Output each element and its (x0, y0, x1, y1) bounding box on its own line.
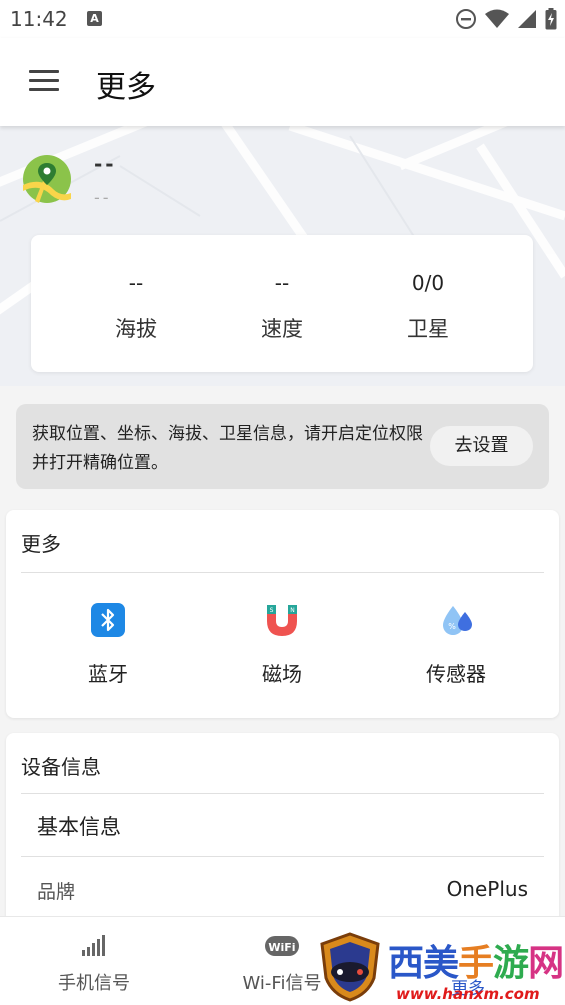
bluetooth-icon (91, 603, 125, 637)
banner-text: 获取位置、坐标、海拔、卫星信息，请开启定位权限并打开精确位置。 (32, 424, 423, 473)
magnet-tool[interactable]: S N 磁场 (222, 602, 342, 692)
tool-label: 传感器 (426, 662, 486, 686)
permission-banner: 获取位置、坐标、海拔、卫星信息，请开启定位权限并打开精确位置。 去设置 (16, 404, 549, 489)
magnet-icon: S N (267, 605, 297, 636)
svg-text:WiFi: WiFi (268, 941, 295, 954)
wifi-icon (485, 9, 509, 28)
stat-value: -- (128, 271, 144, 295)
tool-label: 蓝牙 (88, 662, 128, 686)
water-drops-icon: % (443, 606, 472, 635)
more-section-title: 更多 (21, 532, 61, 556)
location-name: -- (94, 152, 117, 176)
signal-bars-icon (82, 935, 105, 956)
gamepad-shield-logo (320, 932, 380, 1002)
notification-a-icon: A (87, 11, 102, 26)
stat-value: -- (274, 271, 290, 295)
wifi-badge-icon: WiFi (265, 936, 299, 956)
stat-label: 卫星 (407, 317, 449, 341)
tool-label: 磁场 (262, 662, 302, 686)
dnd-icon (456, 9, 476, 29)
sensor-tool[interactable]: % 传感器 (396, 602, 516, 692)
device-section-title: 设备信息 (21, 755, 101, 779)
battery-icon (545, 8, 557, 30)
page-title: 更多 (96, 70, 156, 105)
divider (21, 572, 544, 573)
divider (21, 793, 544, 794)
brand-value: OnePlus (446, 877, 528, 901)
status-icons (455, 7, 557, 31)
stats-card: -- 海拔 -- 速度 0/0 卫星 (31, 235, 533, 372)
stat-label: 海拔 (115, 317, 157, 341)
hamburger-menu-icon[interactable] (29, 70, 59, 92)
app-bar: 更多 (0, 38, 565, 126)
watermark-url: www.hanxm.com (396, 985, 540, 1003)
more-card: 更多 蓝牙 S N 磁场 % 传感器 (6, 510, 559, 718)
stat-value: 0/0 (411, 271, 445, 295)
divider (21, 856, 544, 857)
svg-text:%: % (448, 622, 456, 631)
brand-label: 品牌 (37, 881, 76, 903)
nav-label: 手机信号 (58, 973, 130, 994)
map-pin-icon (23, 155, 71, 203)
bluetooth-tool[interactable]: 蓝牙 (48, 602, 168, 692)
stat-label: 速度 (261, 317, 303, 341)
go-settings-button[interactable]: 去设置 (430, 426, 533, 466)
svg-text:S: S (270, 607, 274, 614)
nav-cell-signal[interactable]: 手机信号 (24, 917, 164, 1005)
basic-info-row[interactable]: 基本信息 (37, 811, 121, 841)
svg-text:N: N (290, 607, 295, 614)
device-info-card: 设备信息 基本信息 品牌 OnePlus (6, 733, 559, 923)
signal-icon (518, 10, 536, 28)
site-watermark: 西美手游网 更多 www.hanxm.com (318, 930, 565, 1004)
status-time: 11:42 (10, 7, 68, 31)
location-subtitle: -- (94, 188, 112, 207)
status-bar: 11:42 A (0, 0, 565, 38)
